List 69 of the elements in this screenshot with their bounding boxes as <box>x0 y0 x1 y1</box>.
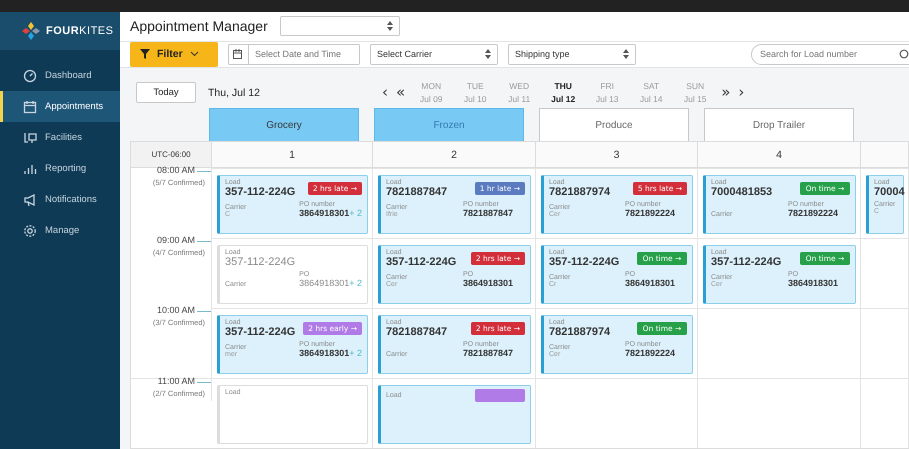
load-number: 357-112-224G <box>225 186 296 198</box>
category-tab[interactable]: Produce <box>539 108 689 141</box>
current-date: Thu, Jul 12 <box>208 86 261 99</box>
desk-icon <box>23 130 37 144</box>
load-number: 70004 <box>874 186 905 198</box>
category-tab[interactable]: Drop Trailer <box>704 108 854 141</box>
po-number: 3864918301 <box>625 278 676 288</box>
search-field[interactable]: Search for Load number <box>751 44 909 64</box>
search-icon <box>899 49 909 59</box>
time-label: 10:00 AM <box>156 305 195 315</box>
sidebar-item[interactable]: Reporting <box>0 153 120 184</box>
kite-logo-icon <box>22 22 40 40</box>
up-down-icon <box>386 21 393 32</box>
calendar-icon <box>23 100 37 114</box>
po-number: 7821892224 <box>625 208 676 218</box>
column-header: 4 <box>698 142 861 168</box>
time-label: 08:00 AM <box>156 165 195 175</box>
sidebar-item[interactable]: Facilities <box>0 122 120 153</box>
megaphone-icon <box>23 192 37 206</box>
category-tab[interactable]: Grocery <box>209 108 359 141</box>
po-number: 7821887847 <box>463 208 514 218</box>
load-number: 7000481853 <box>711 186 772 198</box>
load-number: 7821887847 <box>386 326 448 338</box>
previous-week-button[interactable]: « <box>392 85 410 100</box>
gear-icon <box>23 224 37 238</box>
calendar-icon <box>233 49 243 59</box>
timezone-label: UTC-06:00 <box>131 142 212 168</box>
load-number: 357-112-224G <box>386 256 456 268</box>
load-number: 7821887974 <box>549 186 610 198</box>
sidebar-item[interactable]: Appointments <box>0 91 120 122</box>
today-button[interactable]: Today <box>136 82 196 104</box>
day-tab[interactable]: THU Jul 12 <box>541 81 586 104</box>
previous-day-button[interactable]: ‹ <box>378 85 392 100</box>
po-number: 7821892224 <box>788 208 838 218</box>
po-number: 7821887847 <box>463 348 514 358</box>
column-header: 3 <box>536 142 698 168</box>
column-header: 1 <box>212 142 373 168</box>
next-week-button[interactable]: » <box>717 85 734 100</box>
load-number: 357-112-224G <box>711 256 782 268</box>
po-number: 3864918301+ 2 <box>299 348 362 358</box>
po-number: 3864918301+ 2 <box>299 208 362 218</box>
sidebar-item[interactable]: Dashboard <box>0 60 120 91</box>
sidebar-item[interactable]: Manage <box>0 215 120 246</box>
filter-button[interactable]: Filter <box>130 42 218 66</box>
po-number: 7821892224 <box>625 348 676 358</box>
next-day-button[interactable]: › <box>734 85 748 100</box>
time-label: 11:00 AM <box>158 376 195 386</box>
carrier-select[interactable]: Select Carrier <box>370 44 498 64</box>
up-down-icon <box>485 49 491 59</box>
po-number: 3864918301 <box>463 278 514 288</box>
load-number: 357-112-224G <box>225 256 296 268</box>
load-number: 357-112-224G <box>549 256 620 268</box>
load-number: 7821887847 <box>386 186 448 198</box>
gauge-icon <box>23 68 37 82</box>
shipping-type-select[interactable]: Shipping type <box>508 44 636 64</box>
up-down-icon <box>623 49 629 59</box>
column-header: 2 <box>373 142 536 168</box>
load-number: 357-112-224G <box>225 326 296 338</box>
sidebar-item[interactable]: Notifications <box>0 184 120 215</box>
load-number: 7821887974 <box>549 326 610 338</box>
po-number: 3864918301+ 2 <box>299 278 362 288</box>
po-number: 3864918301 <box>788 278 838 288</box>
brand-name: FOURKITES <box>46 25 114 37</box>
time-label: 09:00 AM <box>156 235 195 245</box>
funnel-icon <box>140 49 150 59</box>
page-title: Appointment Manager <box>130 18 268 34</box>
facility-select[interactable] <box>280 16 400 36</box>
chevron-down-icon <box>190 51 199 57</box>
date-field[interactable]: Select Date and Time <box>228 44 360 64</box>
